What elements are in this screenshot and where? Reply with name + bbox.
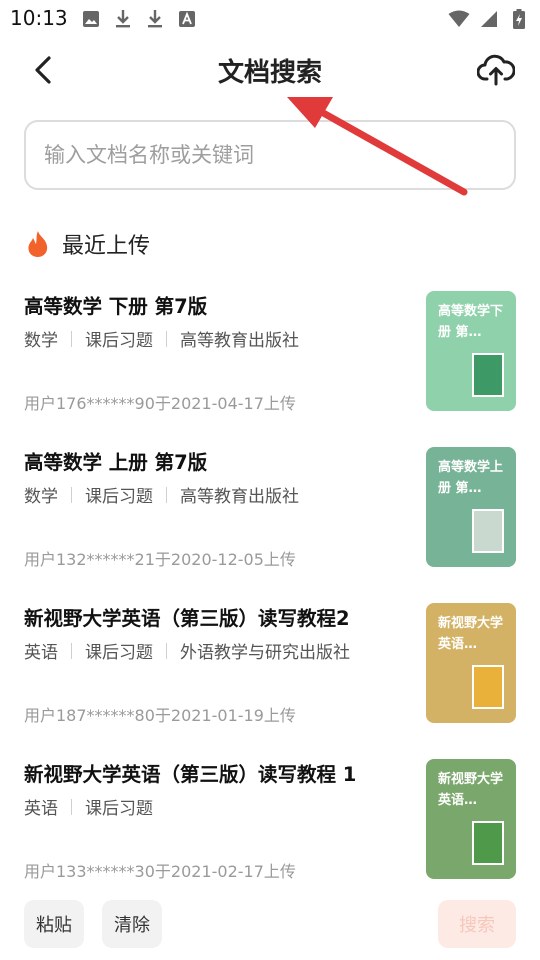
meta-divider	[71, 798, 72, 815]
meta-divider	[166, 330, 167, 347]
book-cover-icon	[472, 821, 504, 865]
document-title: 高等数学 上册 第7版	[24, 451, 208, 474]
meta-divider	[166, 486, 167, 503]
document-uploader: 用户187******80于2021-01-19上传	[24, 706, 296, 725]
flame-icon	[28, 231, 48, 257]
document-category: 课后习题	[85, 331, 153, 351]
document-item[interactable]: 高等数学 上册 第7版 数学 课后习题 高等教育出版社 用户132******2…	[0, 440, 540, 596]
document-uploader: 用户133******30于2021-02-17上传	[24, 862, 296, 881]
document-item[interactable]: 高等数学 下册 第7版 数学 课后习题 高等教育出版社 用户176******9…	[0, 284, 540, 440]
image-icon	[80, 8, 102, 30]
search-box	[24, 120, 516, 190]
document-subject: 数学	[24, 331, 58, 351]
paste-button[interactable]: 粘贴	[24, 900, 84, 948]
document-category: 课后习题	[85, 799, 153, 819]
document-thumbnail[interactable]: 高等数学下册 第…	[426, 291, 516, 411]
document-meta: 英语 课后习题 外语教学与研究出版社	[24, 638, 350, 663]
status-system-icons	[448, 8, 530, 30]
book-cover-icon	[472, 353, 504, 397]
meta-divider	[71, 486, 72, 503]
meta-divider	[71, 330, 72, 347]
document-meta: 英语 课后习题	[24, 794, 153, 819]
header: 文档搜索	[0, 40, 540, 100]
font-a-icon	[176, 8, 198, 30]
document-category: 课后习题	[85, 487, 153, 507]
document-category: 课后习题	[85, 643, 153, 663]
meta-divider	[166, 642, 167, 659]
bottom-action-bar: 粘贴 清除 搜索	[0, 898, 540, 954]
download-icon	[144, 8, 166, 30]
document-subject: 数学	[24, 487, 58, 507]
document-publisher: 高等教育出版社	[180, 331, 299, 351]
page-title: 文档搜索	[217, 58, 322, 88]
status-bar: 10:13	[0, 0, 540, 40]
thumbnail-title: 新视野大学英语…	[438, 772, 504, 808]
document-uploader: 用户132******21于2020-12-05上传	[24, 550, 296, 569]
document-thumbnail[interactable]: 新视野大学英语…	[426, 759, 516, 879]
download-icon	[112, 8, 134, 30]
document-title: 新视野大学英语（第三版）读写教程2	[24, 607, 350, 630]
wifi-icon	[448, 8, 470, 30]
document-thumbnail[interactable]: 新视野大学英语…	[426, 603, 516, 723]
status-notifications	[80, 8, 198, 30]
document-meta: 数学 课后习题 高等教育出版社	[24, 482, 299, 507]
thumbnail-title: 高等数学下册 第…	[438, 304, 504, 340]
cloud-upload-icon	[477, 54, 515, 86]
search-input[interactable]	[26, 122, 514, 188]
document-title: 高等数学 下册 第7版	[24, 295, 208, 318]
section-title: 最近上传	[62, 234, 151, 259]
document-uploader: 用户176******90于2021-04-17上传	[24, 394, 296, 413]
thumbnail-title: 新视野大学英语…	[438, 616, 504, 652]
document-subject: 英语	[24, 799, 58, 819]
book-cover-icon	[472, 665, 504, 709]
document-item[interactable]: 新视野大学英语（第三版）读写教程 1 英语 课后习题 用户133******30…	[0, 752, 540, 908]
document-subject: 英语	[24, 643, 58, 663]
document-title: 新视野大学英语（第三版）读写教程 1	[24, 763, 357, 786]
status-time: 10:13	[10, 6, 68, 30]
book-cover-icon	[472, 509, 504, 553]
meta-divider	[71, 642, 72, 659]
signal-icon	[478, 8, 500, 30]
upload-button[interactable]	[476, 50, 516, 90]
battery-charging-icon	[508, 8, 530, 30]
search-button[interactable]: 搜索	[438, 900, 516, 948]
document-meta: 数学 课后习题 高等教育出版社	[24, 326, 299, 351]
document-thumbnail[interactable]: 高等数学上册 第…	[426, 447, 516, 567]
thumbnail-title: 高等数学上册 第…	[438, 460, 504, 496]
document-publisher: 外语教学与研究出版社	[180, 643, 350, 663]
recent-documents-list: 高等数学 下册 第7版 数学 课后习题 高等教育出版社 用户176******9…	[0, 284, 540, 908]
clear-button[interactable]: 清除	[102, 900, 162, 948]
document-item[interactable]: 新视野大学英语（第三版）读写教程2 英语 课后习题 外语教学与研究出版社 用户1…	[0, 596, 540, 752]
recent-section-header: 最近上传	[26, 228, 150, 260]
document-publisher: 高等教育出版社	[180, 487, 299, 507]
